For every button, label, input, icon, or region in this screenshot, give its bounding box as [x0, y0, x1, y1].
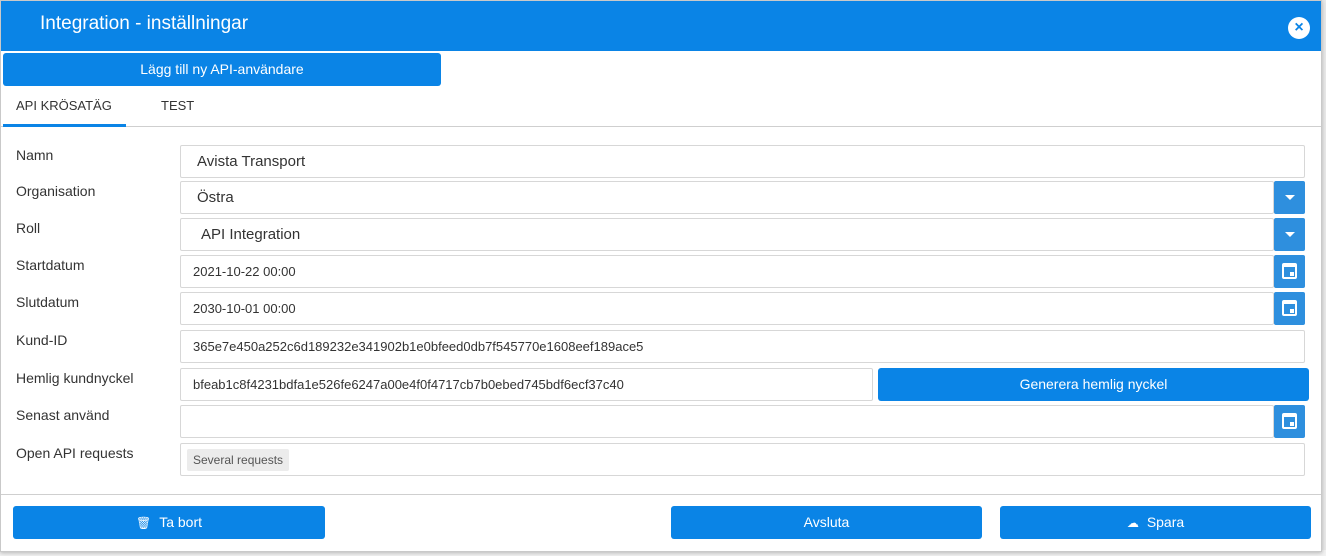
customer-id-label: Kund-ID	[16, 332, 68, 348]
cloud-upload-icon: ☁	[1126, 516, 1139, 530]
dialog-header: Integration - inställningar ×	[1, 1, 1321, 51]
last-used-input[interactable]	[180, 405, 1274, 438]
exit-button[interactable]: Avsluta	[671, 506, 982, 539]
tab-api-krosatag[interactable]: API KRÖSATÄG	[3, 87, 126, 127]
start-date-input[interactable]: 2021-10-22 00:00	[180, 255, 1274, 288]
dialog-title: Integration - inställningar	[40, 13, 249, 34]
open-api-multiselect[interactable]: Several requests	[180, 443, 1305, 476]
calendar-button[interactable]	[1274, 255, 1305, 288]
tab-bar: API KRÖSATÄG TEST	[1, 87, 1321, 127]
chevron-down-icon[interactable]	[1274, 181, 1305, 214]
customer-id-input[interactable]: 365e7e450a252c6d189232e341902b1e0bfeed0d…	[180, 330, 1305, 363]
calendar-icon	[1282, 263, 1297, 279]
organisation-label: Organisation	[16, 183, 96, 199]
calendar-icon	[1282, 413, 1297, 429]
row-role: Roll API Integration	[1, 218, 1321, 254]
end-date-input[interactable]: 2030-10-01 00:00	[180, 292, 1274, 325]
integration-settings-dialog: Integration - inställningar × Lägg till …	[0, 0, 1322, 552]
exit-label: Avsluta	[803, 514, 850, 530]
delete-label: Ta bort	[159, 514, 203, 530]
row-organisation: Organisation Östra	[1, 181, 1321, 217]
row-secret-key: Hemlig kundnyckel bfeab1c8f4231bdfa1e526…	[1, 368, 1321, 404]
name-label: Namn	[16, 147, 54, 163]
calendar-icon	[1282, 300, 1297, 316]
row-start-date: Startdatum 2021-10-22 00:00	[1, 255, 1321, 291]
end-date-label: Slutdatum	[16, 294, 80, 310]
calendar-button[interactable]	[1274, 405, 1305, 438]
organisation-select[interactable]: Östra	[180, 181, 1274, 214]
request-chip[interactable]: Several requests	[187, 449, 290, 471]
generate-secret-key-button[interactable]: Generera hemlig nyckel	[878, 368, 1309, 401]
row-open-api: Open API requests Several requests	[1, 443, 1321, 479]
secret-key-label: Hemlig kundnyckel	[16, 370, 134, 386]
start-date-label: Startdatum	[16, 257, 85, 273]
tab-test[interactable]: TEST	[161, 87, 221, 127]
add-api-user-button[interactable]: Lägg till ny API-användare	[3, 53, 441, 86]
chevron-down-icon[interactable]	[1274, 218, 1305, 251]
row-customer-id: Kund-ID 365e7e450a252c6d189232e341902b1e…	[1, 330, 1321, 366]
row-end-date: Slutdatum 2030-10-01 00:00	[1, 292, 1321, 328]
calendar-button[interactable]	[1274, 292, 1305, 325]
row-last-used: Senast använd	[1, 405, 1321, 441]
trash-icon: 🗑	[135, 516, 152, 530]
last-used-label: Senast använd	[16, 407, 110, 423]
delete-button[interactable]: 🗑 Ta bort	[13, 506, 325, 539]
save-label: Spara	[1146, 514, 1185, 530]
role-label: Roll	[16, 220, 41, 236]
save-button[interactable]: ☁ Spara	[1000, 506, 1311, 539]
footer-divider	[1, 494, 1321, 495]
role-select[interactable]: API Integration	[180, 218, 1274, 251]
row-name: Namn Avista Transport	[1, 145, 1321, 181]
open-api-label: Open API requests	[16, 445, 134, 461]
close-icon[interactable]: ×	[1288, 17, 1310, 39]
secret-key-input[interactable]: bfeab1c8f4231bdfa1e526fe6247a00e4f0f4717…	[180, 368, 873, 401]
name-input[interactable]: Avista Transport	[180, 145, 1305, 178]
